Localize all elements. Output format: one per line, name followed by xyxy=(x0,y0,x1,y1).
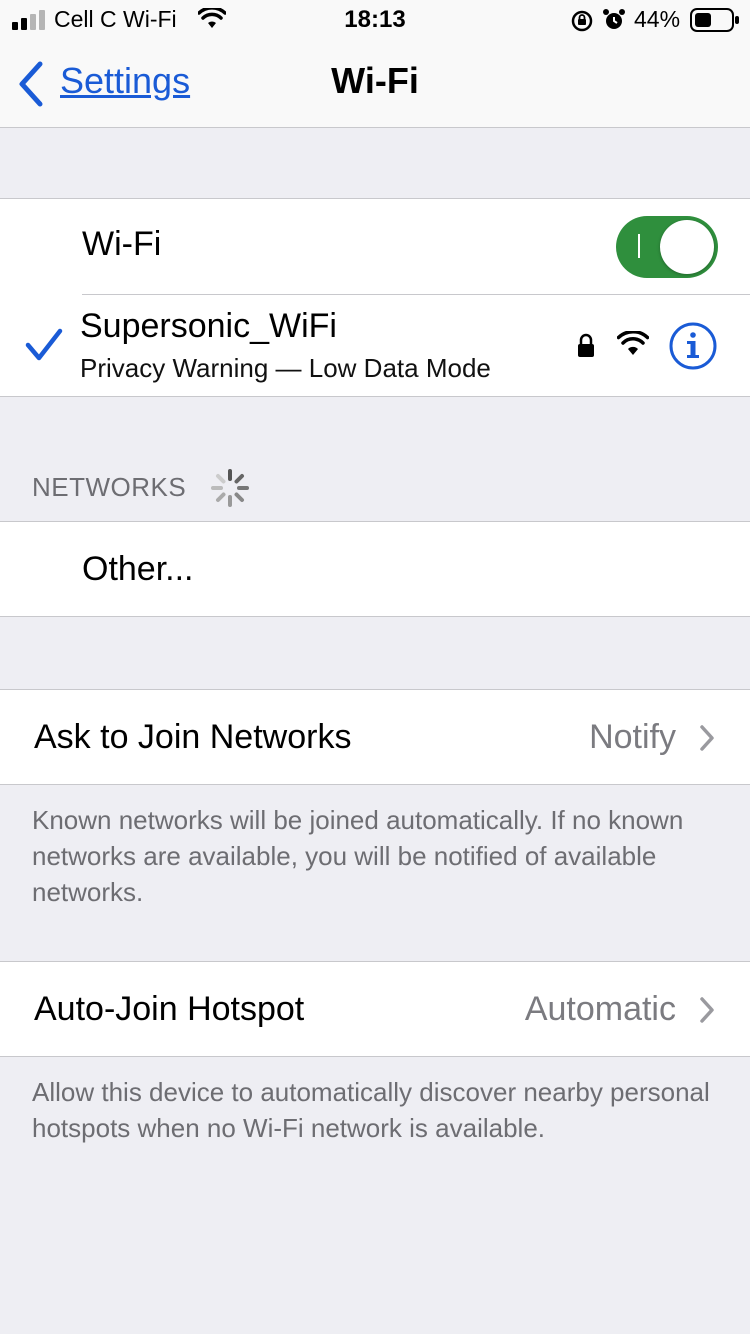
connected-network-row[interactable]: Supersonic_WiFi Privacy Warning — Low Da… xyxy=(0,295,750,397)
rotation-lock-icon xyxy=(571,10,593,32)
other-network-row[interactable]: Other... xyxy=(0,521,750,617)
network-subtitle: Privacy Warning — Low Data Mode xyxy=(80,353,491,383)
ask-to-join-label: Ask to Join Networks xyxy=(34,718,352,756)
auto-join-hotspot-label: Auto-Join Hotspot xyxy=(34,990,305,1028)
chevron-right-icon xyxy=(700,725,714,751)
toggle-on-mark xyxy=(638,234,640,258)
lock-icon xyxy=(578,333,594,357)
ask-to-join-row[interactable]: Ask to Join Networks Notify xyxy=(0,689,750,785)
chevron-right-icon xyxy=(700,997,714,1023)
checkmark-icon xyxy=(25,328,63,361)
wifi-label: Wi-Fi xyxy=(82,225,162,263)
ask-to-join-value: Notify xyxy=(589,718,676,756)
other-network-label: Other... xyxy=(82,550,194,588)
battery-icon xyxy=(690,8,739,32)
wifi-group: Wi-Fi Supersonic_WiFi Privacy Warning — … xyxy=(0,198,750,397)
page-title: Wi-Fi xyxy=(331,60,419,101)
auto-join-hotspot-value: Automatic xyxy=(524,990,676,1028)
top-bar: Cell C Wi-Fi 18:13 44% Settings Wi-Fi xyxy=(0,0,750,128)
networks-section-header: NETWORKS xyxy=(32,472,187,502)
wifi-toggle[interactable] xyxy=(616,216,718,278)
auto-join-hotspot-row[interactable]: Auto-Join Hotspot Automatic xyxy=(0,961,750,1057)
loading-spinner-icon xyxy=(211,469,249,507)
wifi-signal-icon xyxy=(617,331,649,355)
alarm-icon xyxy=(603,9,625,29)
auto-join-hotspot-footer: Allow this device to automatically disco… xyxy=(32,1077,710,1143)
ask-to-join-footer: Known networks will be joined automatica… xyxy=(32,805,684,907)
toggle-knob xyxy=(660,220,714,274)
status-battery-percent: 44% xyxy=(634,6,681,32)
info-icon[interactable] xyxy=(668,321,718,371)
network-name: Supersonic_WiFi xyxy=(80,307,337,345)
